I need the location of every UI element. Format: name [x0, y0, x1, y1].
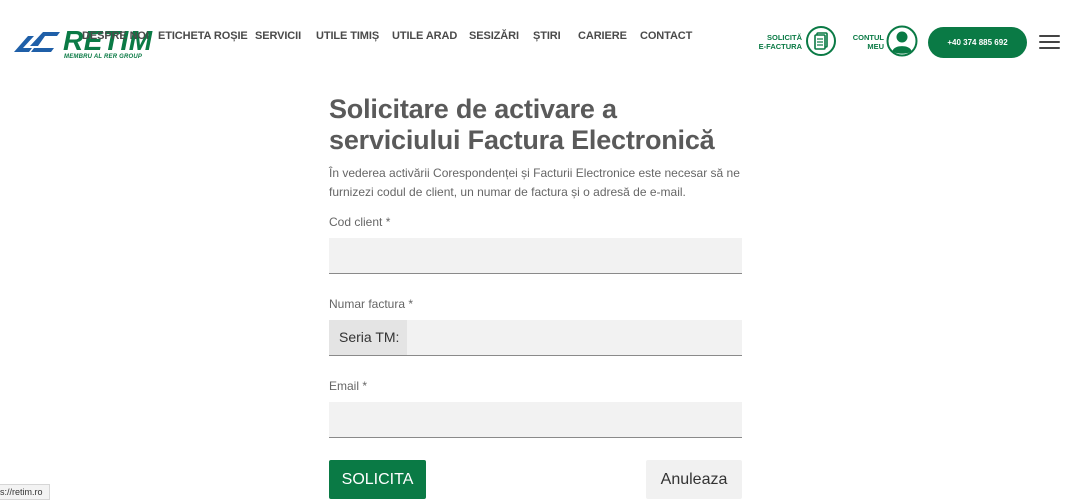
- status-bar-url: s://retim.ro: [0, 484, 50, 500]
- nav-utile-timis[interactable]: UTILE TIMIȘ: [316, 30, 379, 42]
- efactura-text: SOLICITĂ E-FACTURA: [752, 33, 802, 51]
- document-icon: [806, 26, 836, 56]
- hamburger-icon[interactable]: [1039, 35, 1060, 49]
- nav-contact[interactable]: CONTACT: [640, 30, 692, 42]
- cod-client-label: Cod client *: [329, 215, 391, 229]
- anuleaza-button[interactable]: Anuleaza: [646, 460, 742, 499]
- nav-despre-noi[interactable]: DESPRE NOI: [82, 30, 149, 42]
- nav-servicii[interactable]: SERVICII: [255, 30, 301, 42]
- cod-client-field[interactable]: [329, 238, 742, 274]
- solicita-button[interactable]: SOLICITA: [329, 460, 426, 499]
- user-icon: [886, 25, 918, 57]
- cod-client-input[interactable]: [339, 238, 734, 273]
- contul-line1: CONTUL: [852, 33, 884, 42]
- seria-tm-prefix: Seria TM:: [329, 320, 408, 355]
- contul-text: CONTUL MEU: [846, 33, 884, 51]
- page-title: Solicitare de activare a serviciului Fac…: [329, 94, 715, 155]
- phone-button[interactable]: +40 374 885 692: [928, 27, 1027, 58]
- efactura-line2: E-FACTURA: [758, 42, 802, 51]
- nav-cariere[interactable]: CARIERE: [578, 30, 627, 42]
- contul-line2: MEU: [867, 42, 884, 51]
- retim-logo-icon: [14, 32, 60, 52]
- nav-stiri[interactable]: ȘTIRI: [533, 30, 561, 42]
- form-header: Solicitare de activare a serviciului Fac…: [329, 94, 742, 201]
- nav-sesizari[interactable]: SESIZĂRI: [469, 30, 519, 42]
- intro-text: În vederea activării Corespondenței și F…: [329, 166, 740, 199]
- nav-utile-arad[interactable]: UTILE ARAD: [392, 30, 457, 42]
- site-header: RETIM MEMBRU AL RER GROUP DESPRE NOI ETI…: [0, 0, 1080, 84]
- numar-factura-label: Numar factura *: [329, 297, 414, 311]
- email-field[interactable]: [329, 402, 742, 438]
- nav-eticheta-rosie[interactable]: ETICHETA ROȘIE: [158, 30, 248, 42]
- email-label: Email *: [329, 379, 368, 393]
- logo-subtitle: MEMBRU AL RER GROUP: [64, 54, 143, 60]
- numar-factura-field[interactable]: Seria TM:: [329, 320, 742, 356]
- efactura-line1: SOLICITĂ: [767, 33, 802, 42]
- numar-factura-input[interactable]: [411, 320, 731, 355]
- email-input[interactable]: [339, 402, 734, 437]
